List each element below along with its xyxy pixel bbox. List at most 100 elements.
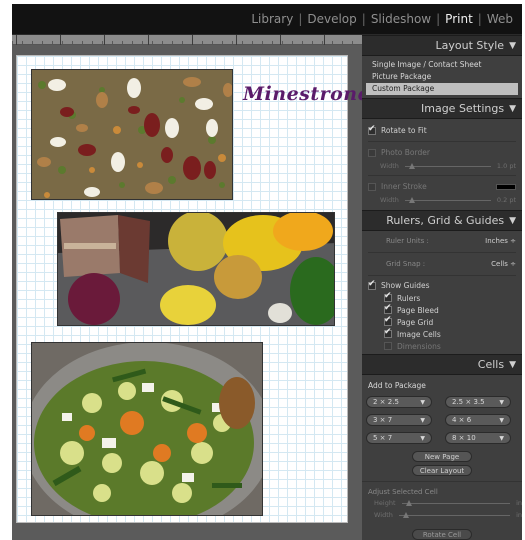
inner-stroke-row[interactable]: Inner Stroke	[368, 179, 516, 194]
grid-snap-row: Grid Snap : Cells ÷	[368, 256, 516, 272]
guide-dimensions-label: Dimensions	[397, 341, 441, 351]
guide-page-bleed-label: Page Bleed	[397, 305, 439, 315]
rotate-to-fit-label: Rotate to Fit	[381, 126, 427, 135]
layout-single-image[interactable]: Single Image / Contact Sheet	[366, 59, 518, 71]
photo-border-checkbox[interactable]	[368, 148, 376, 157]
right-panel: Layout Style ▼ Single Image / Contact Sh…	[362, 35, 522, 540]
new-page-button[interactable]: New Page	[412, 451, 472, 462]
module-develop[interactable]: Develop	[302, 12, 361, 26]
print-page: Minestrone	[16, 55, 370, 523]
guide-rulers-checkbox[interactable]	[384, 291, 392, 302]
module-slideshow[interactable]: Slideshow	[366, 12, 436, 26]
triangle-down-icon[interactable]: ▼	[509, 104, 516, 114]
soup-pot-photo[interactable]	[31, 342, 263, 516]
border-width-label: Width	[380, 162, 399, 170]
cells-body: Add to Package 2 × 2.5 ▼ 2.5 × 3.5 ▼ 3 × 7…	[362, 375, 522, 540]
inner-stroke-checkbox[interactable]	[368, 182, 376, 191]
guide-image-cells-label: Image Cells	[397, 329, 441, 339]
module-print[interactable]: Print	[440, 12, 478, 26]
adjust-selected-cell-label: Adjust Selected Cell	[368, 488, 438, 496]
horizontal-ruler	[12, 35, 362, 45]
rulers-grid-guides-title: Rulers, Grid & Guides	[386, 214, 505, 227]
cells-header[interactable]: Cells ▼	[362, 354, 522, 375]
guide-page-grid-checkbox[interactable]	[384, 315, 392, 326]
grid-snap-label: Grid Snap :	[386, 260, 426, 268]
chevron-down-icon[interactable]: ▼	[499, 435, 504, 442]
module-bar: Library | Develop | Slideshow | Print | …	[12, 4, 522, 35]
border-width-slider-row: Width 1.0 pt	[368, 160, 516, 172]
stroke-color-swatch[interactable]	[496, 183, 516, 190]
cell-height-unit: in	[516, 499, 522, 507]
vegetables-photo[interactable]	[57, 212, 335, 326]
rulers-grid-guides-header[interactable]: Rulers, Grid & Guides ▼	[362, 210, 522, 231]
cell-size-buttons: 2 × 2.5 ▼ 2.5 × 3.5 ▼ 3 × 7 ▼ 4 × 6 ▼ 5 × 7 ▼…	[362, 392, 522, 448]
stroke-width-slider[interactable]	[404, 196, 491, 203]
chevron-down-icon[interactable]: ▼	[420, 417, 425, 424]
layout-style-header[interactable]: Layout Style ▼	[362, 35, 522, 56]
stroke-width-slider-row: Width 0.2 pt	[368, 194, 516, 206]
ruler-units-select[interactable]: Inches ÷	[485, 237, 516, 245]
cell-height-slider[interactable]	[401, 499, 511, 506]
cell-size-button[interactable]: 3 × 7 ▼	[366, 414, 432, 426]
chevron-down-icon[interactable]: ▼	[420, 399, 425, 406]
chevron-down-icon[interactable]: ▼	[499, 399, 504, 406]
rotate-cell-button[interactable]: Rotate Cell	[412, 529, 472, 540]
guide-page-bleed-checkbox[interactable]	[384, 303, 392, 314]
rotate-to-fit-checkbox[interactable]	[368, 124, 376, 135]
photo-border-label: Photo Border	[381, 148, 430, 157]
chevron-down-icon[interactable]: ▼	[499, 417, 504, 424]
cell-height-label: Height	[374, 499, 396, 507]
print-preview-workspace: Minestrone	[12, 35, 370, 540]
triangle-down-icon[interactable]: ▼	[509, 216, 516, 226]
image-settings-header[interactable]: Image Settings ▼	[362, 98, 522, 119]
rotate-to-fit-row[interactable]: Rotate to Fit	[368, 123, 516, 138]
cell-width-label: Width	[374, 511, 393, 519]
cell-size-button[interactable]: 2 × 2.5 ▼	[366, 396, 432, 408]
layout-style-list: Single Image / Contact Sheet Picture Pac…	[362, 56, 522, 98]
cell-size-button[interactable]: 5 × 7 ▼	[366, 432, 432, 444]
layout-style-title: Layout Style	[435, 39, 505, 52]
stroke-width-label: Width	[380, 196, 399, 204]
module-web[interactable]: Web	[482, 12, 518, 26]
add-to-package-label: Add to Package	[368, 381, 426, 390]
stroke-width-value: 0.2 pt	[496, 196, 516, 204]
ruler-units-row: Ruler Units : Inches ÷	[368, 233, 516, 249]
guide-dimensions-checkbox[interactable]	[384, 342, 392, 350]
rulers-body: Ruler Units : Inches ÷ Grid Snap : Cells…	[362, 231, 522, 354]
beans-photo[interactable]	[31, 69, 233, 200]
cells-title: Cells	[477, 358, 505, 371]
cell-width-slider-row: Width in	[362, 509, 522, 521]
border-width-slider[interactable]	[404, 162, 491, 169]
chevron-down-icon[interactable]: ▼	[420, 435, 425, 442]
image-settings-body: Rotate to Fit Photo Border Width 1.0 pt …	[362, 119, 522, 210]
guide-rulers-row[interactable]: Rulers	[384, 291, 516, 304]
image-settings-title: Image Settings	[421, 102, 505, 115]
layout-custom-package[interactable]: Custom Package	[366, 83, 518, 95]
cell-height-slider-row: Height in	[362, 497, 522, 509]
guide-page-grid-row[interactable]: Page Grid	[384, 315, 516, 328]
guide-dimensions-row[interactable]: Dimensions	[384, 340, 516, 352]
page-title-text: Minestrone	[243, 83, 371, 105]
show-guides-label: Show Guides	[381, 281, 430, 290]
cell-size-button[interactable]: 8 × 10 ▼	[445, 432, 511, 444]
layout-picture-package[interactable]: Picture Package	[366, 71, 518, 83]
guide-page-grid-label: Page Grid	[397, 317, 434, 327]
module-picker: Library | Develop | Slideshow | Print | …	[246, 12, 518, 26]
triangle-down-icon[interactable]: ▼	[509, 360, 516, 370]
guides-list: Rulers Page Bleed Page Grid Image Cells …	[368, 291, 516, 352]
guide-page-bleed-row[interactable]: Page Bleed	[384, 303, 516, 316]
photo-border-row[interactable]: Photo Border	[368, 145, 516, 160]
guide-rulers-label: Rulers	[397, 293, 421, 303]
border-width-value: 1.0 pt	[496, 162, 516, 170]
cell-size-button[interactable]: 2.5 × 3.5 ▼	[445, 396, 511, 408]
cell-size-button[interactable]: 4 × 6 ▼	[445, 414, 511, 426]
ruler-units-label: Ruler Units :	[386, 237, 429, 245]
guide-image-cells-row[interactable]: Image Cells	[384, 327, 516, 340]
triangle-down-icon[interactable]: ▼	[509, 41, 516, 51]
clear-layout-button[interactable]: Clear Layout	[412, 465, 472, 476]
guide-image-cells-checkbox[interactable]	[384, 327, 392, 338]
show-guides-checkbox[interactable]	[368, 279, 376, 290]
module-library[interactable]: Library	[246, 12, 298, 26]
cell-width-slider[interactable]	[398, 511, 511, 518]
grid-snap-select[interactable]: Cells ÷	[491, 260, 516, 268]
